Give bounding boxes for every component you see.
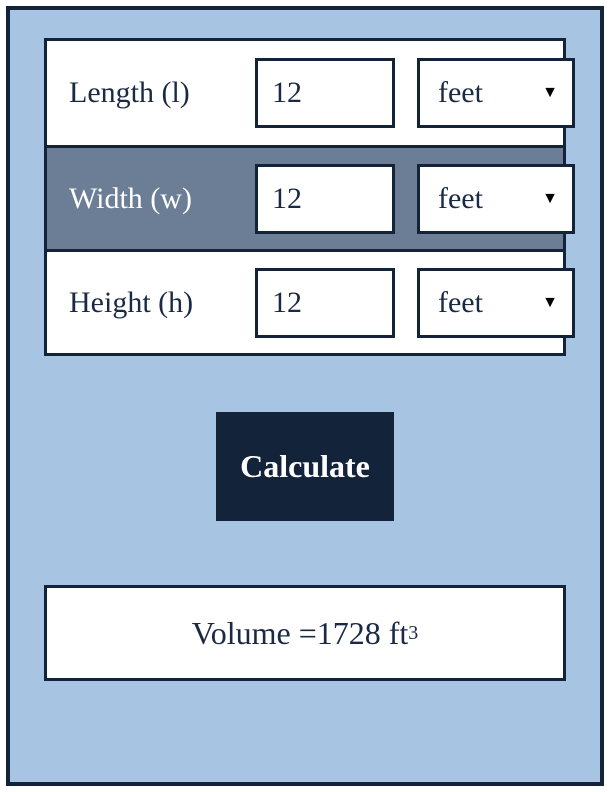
height-unit: feet	[438, 286, 483, 320]
length-unit-select[interactable]: feet ▼	[417, 58, 575, 128]
chevron-down-icon: ▼	[542, 191, 558, 207]
width-label: Width (w)	[65, 182, 233, 216]
width-row: Width (w) 12 feet ▼	[47, 145, 563, 249]
calculate-button[interactable]: Calculate	[216, 412, 394, 521]
length-value: 12	[272, 76, 302, 110]
width-value: 12	[272, 182, 302, 216]
height-input[interactable]: 12	[255, 268, 395, 338]
width-unit: feet	[438, 182, 483, 216]
height-label: Height (h)	[65, 286, 233, 320]
input-table: Length (l) 12 feet ▼ Width (w) 12 feet ▼…	[44, 38, 566, 356]
height-row: Height (h) 12 feet ▼	[47, 249, 563, 353]
result-value: 1728	[317, 615, 381, 652]
result-box: Volume = 1728 ft 3	[44, 585, 566, 681]
chevron-down-icon: ▼	[542, 295, 558, 311]
width-unit-select[interactable]: feet ▼	[417, 164, 575, 234]
width-input[interactable]: 12	[255, 164, 395, 234]
height-unit-select[interactable]: feet ▼	[417, 268, 575, 338]
result-unit: ft	[389, 615, 409, 652]
length-label: Length (l)	[65, 76, 233, 110]
result-prefix: Volume =	[192, 615, 317, 652]
calculate-wrap: Calculate	[44, 412, 566, 521]
length-unit: feet	[438, 76, 483, 110]
height-value: 12	[272, 286, 302, 320]
length-input[interactable]: 12	[255, 58, 395, 128]
chevron-down-icon: ▼	[542, 85, 558, 101]
length-row: Length (l) 12 feet ▼	[47, 41, 563, 145]
result-exponent: 3	[408, 622, 418, 645]
calculator-panel: Length (l) 12 feet ▼ Width (w) 12 feet ▼…	[6, 6, 604, 786]
